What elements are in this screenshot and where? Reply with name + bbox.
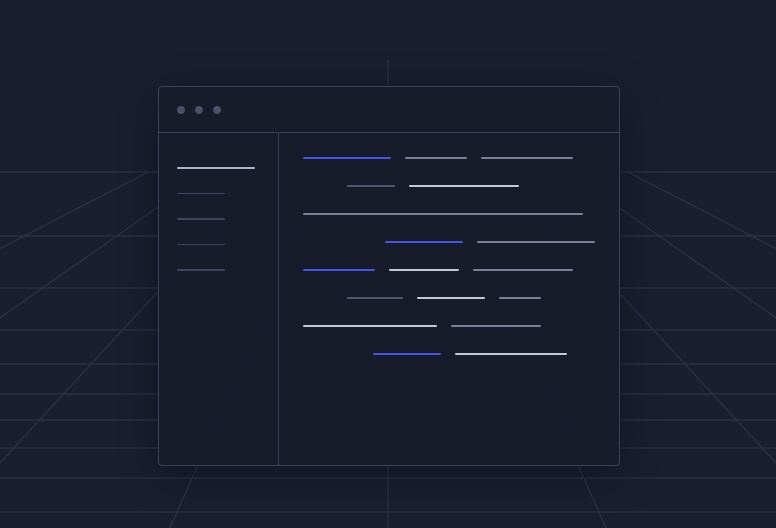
code-token (303, 157, 391, 159)
sidebar-item-1[interactable] (177, 193, 225, 195)
code-line-1 (303, 185, 595, 187)
code-line-0 (303, 157, 595, 159)
code-line-6 (303, 325, 595, 327)
sidebar-item-3[interactable] (177, 244, 225, 246)
code-line-3 (303, 241, 595, 243)
code-token (389, 269, 459, 271)
code-token (405, 157, 467, 159)
code-token (373, 353, 441, 355)
sidebar-item-2[interactable] (177, 218, 225, 220)
code-token (409, 185, 519, 187)
traffic-light-minimize-icon[interactable] (195, 106, 203, 114)
code-token (303, 325, 437, 327)
code-token (347, 185, 395, 187)
code-token (481, 157, 573, 159)
sidebar-item-0[interactable] (177, 167, 255, 169)
code-token (385, 241, 463, 243)
file-sidebar (159, 133, 279, 465)
code-token (451, 325, 541, 327)
code-token (303, 213, 583, 215)
code-token (455, 353, 567, 355)
code-line-2 (303, 213, 595, 215)
code-editor-pane[interactable] (279, 133, 619, 465)
window-titlebar[interactable] (159, 87, 619, 133)
code-token (473, 269, 573, 271)
code-line-5 (303, 297, 595, 299)
sidebar-item-4[interactable] (177, 269, 225, 271)
code-line-7 (303, 353, 595, 355)
code-token (499, 297, 541, 299)
code-token (347, 297, 403, 299)
code-token (417, 297, 485, 299)
code-editor-window (158, 86, 620, 466)
code-line-4 (303, 269, 595, 271)
traffic-light-zoom-icon[interactable] (213, 106, 221, 114)
code-token (303, 269, 375, 271)
traffic-light-close-icon[interactable] (177, 106, 185, 114)
code-token (477, 241, 595, 243)
